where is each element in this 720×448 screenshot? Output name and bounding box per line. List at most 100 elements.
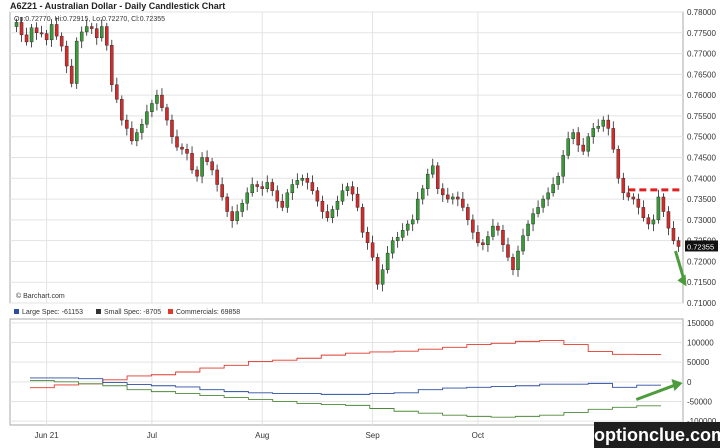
candle-bear — [255, 184, 259, 187]
cot-tick-label: 150000 — [687, 319, 714, 328]
candle-bear — [69, 65, 74, 84]
x-tick-label: Jun 21 — [35, 431, 60, 440]
candle-bear — [195, 169, 199, 177]
candle-bear — [160, 94, 164, 108]
candle-bull — [400, 230, 405, 238]
candle-bear — [54, 24, 59, 37]
candle-bull — [240, 203, 244, 212]
candle-bull — [265, 182, 270, 189]
candle-bull — [145, 111, 149, 125]
cot-tick-label: 100000 — [687, 339, 714, 348]
cot-legend-label: Commercials: 69858 — [176, 309, 240, 316]
candle-bull — [200, 157, 204, 177]
x-tick-label: Aug — [255, 431, 269, 440]
candle-bull — [546, 192, 550, 200]
candle-bear — [175, 136, 179, 148]
candle-bear — [130, 128, 134, 142]
candle-bull — [541, 198, 545, 208]
candle-bear — [270, 182, 275, 191]
last-price-label: 0.72355 — [687, 242, 714, 251]
candle-bear — [441, 188, 445, 196]
cot-legend-swatch — [168, 309, 173, 314]
candle-bear — [59, 35, 64, 47]
candle-bear — [676, 240, 681, 247]
price-tick-label: 0.75500 — [687, 112, 716, 121]
cot-legend-label: Small Spec: -8705 — [104, 309, 161, 316]
chart-stage: 0.710000.715000.720000.725000.730000.735… — [0, 0, 720, 448]
candle-bear — [370, 242, 375, 258]
candle-bear — [94, 28, 99, 38]
candle-bull — [380, 269, 385, 285]
candle-bear — [305, 178, 310, 183]
candle-bear — [506, 244, 510, 258]
candle-bear — [471, 219, 475, 233]
candle-bull — [651, 219, 656, 225]
candle-bull — [390, 240, 395, 254]
candle-bear — [165, 107, 169, 121]
candle-bear — [636, 198, 641, 208]
candle-bull — [385, 252, 390, 270]
candle-bear — [496, 225, 500, 231]
candle-bull — [395, 237, 400, 241]
candle-bear — [436, 165, 440, 189]
x-tick-label: Sep — [365, 431, 380, 440]
candle-bull — [425, 173, 430, 189]
candle-bear — [320, 200, 325, 212]
price-tick-label: 0.75000 — [687, 133, 716, 142]
candle-bear — [581, 144, 585, 152]
candle-bear — [365, 232, 370, 243]
price-tick-label: 0.74500 — [687, 154, 716, 163]
candle-bear — [225, 196, 229, 212]
candle-bear — [64, 45, 69, 67]
ohlc-readout: Op:0.72770, Hi:0.72915, Lo:0.72270, Cl:0… — [14, 16, 165, 23]
candle-bull — [656, 196, 661, 221]
candle-bull — [140, 124, 144, 133]
candle-bear — [180, 146, 184, 150]
candle-bear — [646, 217, 651, 225]
x-tick-label: Oct — [472, 431, 485, 440]
price-tick-label: 0.77000 — [687, 50, 716, 59]
candle-bear — [19, 22, 24, 36]
candle-bull — [345, 186, 350, 191]
candle-bear — [275, 190, 280, 202]
candle-bull — [571, 132, 575, 139]
candle-bear — [260, 186, 264, 189]
candle-bear — [360, 207, 365, 233]
candle-bull — [300, 178, 305, 181]
candle-bull — [29, 27, 34, 43]
candle-bear — [671, 227, 676, 241]
candle-bear — [611, 128, 616, 150]
candle-bull — [79, 31, 84, 42]
candle-bull — [420, 188, 425, 200]
candle-bear — [205, 157, 209, 162]
candle-bull — [84, 26, 89, 33]
candle-bear — [89, 26, 94, 29]
candle-bear — [110, 45, 114, 85]
candle-bull — [561, 155, 565, 177]
price-tick-label: 0.77500 — [687, 29, 716, 38]
price-tick-label: 0.74000 — [687, 174, 716, 183]
candle-bear — [576, 132, 580, 146]
price-tick-label: 0.76500 — [687, 70, 716, 79]
price-tick-label: 0.73500 — [687, 195, 716, 204]
candle-bull — [405, 223, 410, 231]
candle-bear — [215, 169, 219, 185]
candle-bear — [190, 153, 194, 171]
candle-bear — [666, 211, 671, 229]
candle-bear — [310, 182, 315, 191]
candle-bear — [105, 26, 109, 46]
candle-bull — [155, 94, 159, 104]
candle-bear — [350, 186, 355, 195]
watermark: optionclue.com — [594, 422, 720, 448]
candle-bear — [185, 148, 189, 154]
candle-bear — [511, 257, 515, 270]
candle-bull — [100, 26, 104, 38]
price-tick-label: 0.76000 — [687, 91, 716, 100]
candle-bear — [120, 99, 124, 121]
candle-bull — [290, 184, 295, 194]
candle-bull — [536, 207, 540, 214]
candle-bear — [616, 148, 621, 179]
candle-bull — [295, 180, 300, 185]
candle-bear — [220, 184, 224, 198]
candle-bear — [501, 230, 505, 246]
